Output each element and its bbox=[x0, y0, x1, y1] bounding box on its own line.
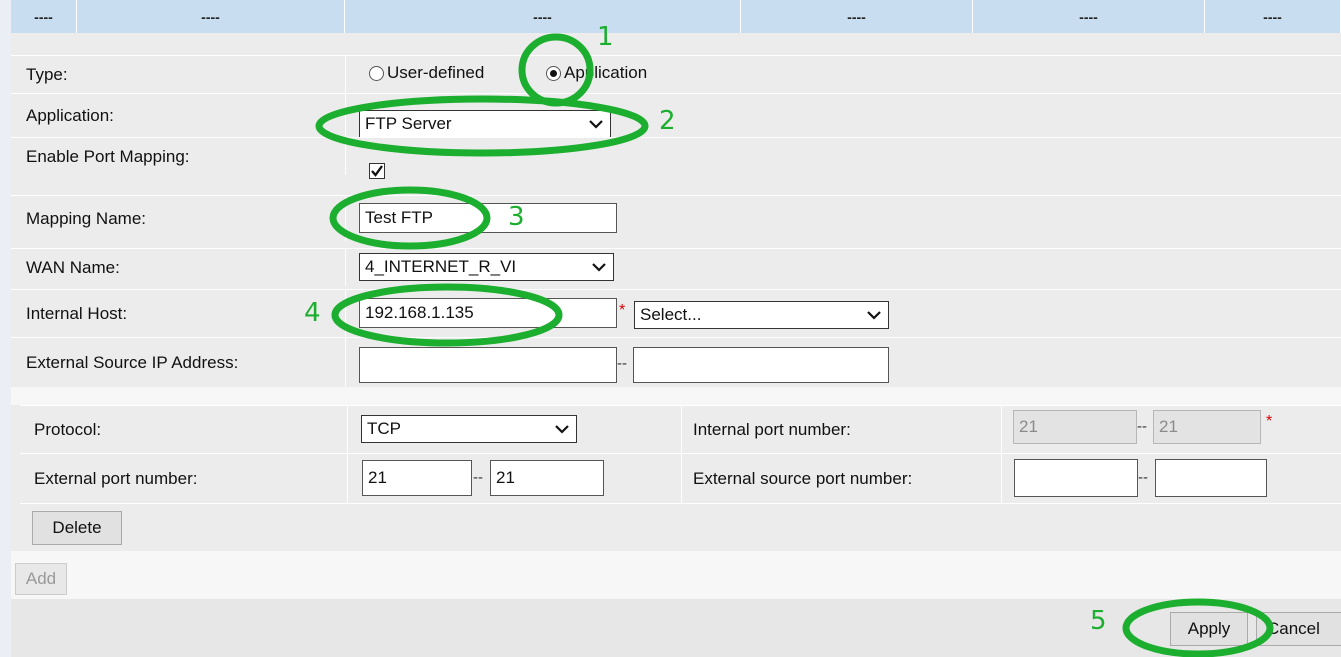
protocol-label: Protocol: bbox=[34, 419, 102, 439]
application-select[interactable]: FTP Server bbox=[359, 110, 611, 138]
internal-port-end-value: 21 bbox=[1159, 417, 1178, 436]
radio-user-defined-label: User-defined bbox=[387, 63, 485, 82]
external-port-label: External port number: bbox=[34, 468, 198, 488]
annotation-step-4: 4 bbox=[304, 298, 321, 328]
column-divider bbox=[345, 196, 346, 241]
header-cell-4: ---- bbox=[741, 0, 973, 33]
external-source-ip-end-input[interactable] bbox=[633, 347, 889, 383]
wan-name-label: WAN Name: bbox=[26, 257, 120, 277]
internal-host-input-value: 192.168.1.135 bbox=[365, 303, 474, 322]
application-select-value: FTP Server bbox=[365, 114, 452, 133]
internal-host-input[interactable]: 192.168.1.135 bbox=[359, 298, 617, 328]
external-source-port-label: External source port number: bbox=[693, 468, 913, 488]
protocol-select[interactable]: TCP bbox=[361, 415, 577, 443]
protocol-select-value: TCP bbox=[367, 419, 401, 438]
mapping-name-input-value: Test FTP bbox=[365, 208, 434, 227]
column-divider bbox=[345, 94, 346, 137]
internal-host-device-select-value: Select... bbox=[640, 305, 702, 324]
type-label: Type: bbox=[26, 64, 68, 84]
range-separator: -- bbox=[1138, 469, 1148, 486]
required-indicator: * bbox=[619, 302, 626, 319]
cancel-button[interactable]: Cancel bbox=[1256, 612, 1341, 646]
radio-application-label: Application bbox=[564, 63, 648, 82]
range-separator: -- bbox=[617, 355, 627, 372]
column-divider bbox=[681, 406, 682, 453]
column-divider bbox=[347, 406, 348, 453]
wan-name-select[interactable]: 4_INTERNET_R_VI bbox=[359, 253, 614, 281]
header-cell-2: ---- bbox=[77, 0, 345, 33]
application-row: Application: bbox=[11, 93, 1341, 137]
internal-host-label: Internal Host: bbox=[26, 303, 128, 323]
internal-port-start-value: 21 bbox=[1019, 417, 1038, 436]
radio-user-defined[interactable] bbox=[369, 66, 384, 81]
header-cell-6: ---- bbox=[1205, 0, 1341, 33]
column-divider bbox=[345, 56, 346, 93]
external-port-end-input[interactable]: 21 bbox=[490, 460, 604, 496]
external-source-ip-label: External Source IP Address: bbox=[26, 352, 239, 372]
footer-bar bbox=[11, 599, 1341, 657]
annotation-step-5: 5 bbox=[1090, 606, 1107, 636]
wan-name-row: WAN Name: bbox=[11, 248, 1341, 286]
mapping-name-input[interactable]: Test FTP bbox=[359, 203, 617, 233]
header-cell-1: ---- bbox=[11, 0, 77, 33]
apply-button[interactable]: Apply bbox=[1170, 612, 1248, 646]
radio-application[interactable] bbox=[546, 66, 561, 81]
internal-host-device-select[interactable]: Select... bbox=[634, 301, 889, 329]
external-source-port-start-input[interactable] bbox=[1014, 459, 1138, 497]
external-port-start-value: 21 bbox=[368, 468, 387, 487]
external-source-ip-start-input[interactable] bbox=[359, 347, 617, 383]
column-divider bbox=[345, 290, 346, 337]
internal-port-end-input[interactable]: 21 bbox=[1153, 410, 1261, 444]
column-divider bbox=[347, 454, 348, 503]
column-divider bbox=[345, 138, 346, 175]
add-button[interactable]: Add bbox=[15, 563, 67, 595]
column-divider bbox=[1001, 454, 1002, 503]
enable-port-mapping-checkbox[interactable] bbox=[369, 163, 385, 179]
enable-port-mapping-label: Enable Port Mapping: bbox=[26, 146, 190, 166]
column-divider bbox=[1001, 406, 1002, 453]
chevron-down-icon bbox=[592, 263, 606, 272]
column-divider bbox=[345, 249, 346, 286]
internal-port-start-input[interactable]: 21 bbox=[1013, 410, 1137, 444]
delete-row bbox=[20, 503, 1341, 551]
mapping-name-row: Mapping Name: bbox=[11, 195, 1341, 241]
header-cell-3: ---- bbox=[345, 0, 741, 33]
required-indicator: * bbox=[1266, 413, 1273, 430]
type-row: Type: bbox=[11, 55, 1341, 93]
column-divider bbox=[345, 338, 346, 387]
annotation-step-2: 2 bbox=[659, 106, 676, 136]
external-port-start-input[interactable]: 21 bbox=[362, 460, 472, 496]
chevron-down-icon bbox=[867, 311, 881, 320]
annotation-step-3: 3 bbox=[508, 202, 525, 232]
internal-port-label: Internal port number: bbox=[693, 419, 851, 439]
wan-name-select-value: 4_INTERNET_R_VI bbox=[365, 257, 517, 276]
chevron-down-icon bbox=[589, 120, 603, 129]
delete-button[interactable]: Delete bbox=[32, 511, 122, 545]
range-separator: -- bbox=[1137, 418, 1147, 435]
chevron-down-icon bbox=[555, 425, 569, 434]
annotation-step-1: 1 bbox=[597, 22, 614, 52]
external-port-end-value: 21 bbox=[496, 468, 515, 487]
external-source-port-end-input[interactable] bbox=[1155, 459, 1267, 497]
column-divider bbox=[681, 454, 682, 503]
application-label: Application: bbox=[26, 105, 114, 125]
left-edge-strip bbox=[0, 0, 11, 657]
header-cell-5: ---- bbox=[973, 0, 1205, 33]
add-row bbox=[11, 551, 1341, 599]
checkmark-icon bbox=[371, 165, 383, 177]
enable-port-mapping-row: Enable Port Mapping: bbox=[11, 137, 1341, 175]
mapping-name-label: Mapping Name: bbox=[26, 208, 147, 228]
range-separator: -- bbox=[473, 469, 483, 486]
section-gap bbox=[11, 387, 1341, 405]
